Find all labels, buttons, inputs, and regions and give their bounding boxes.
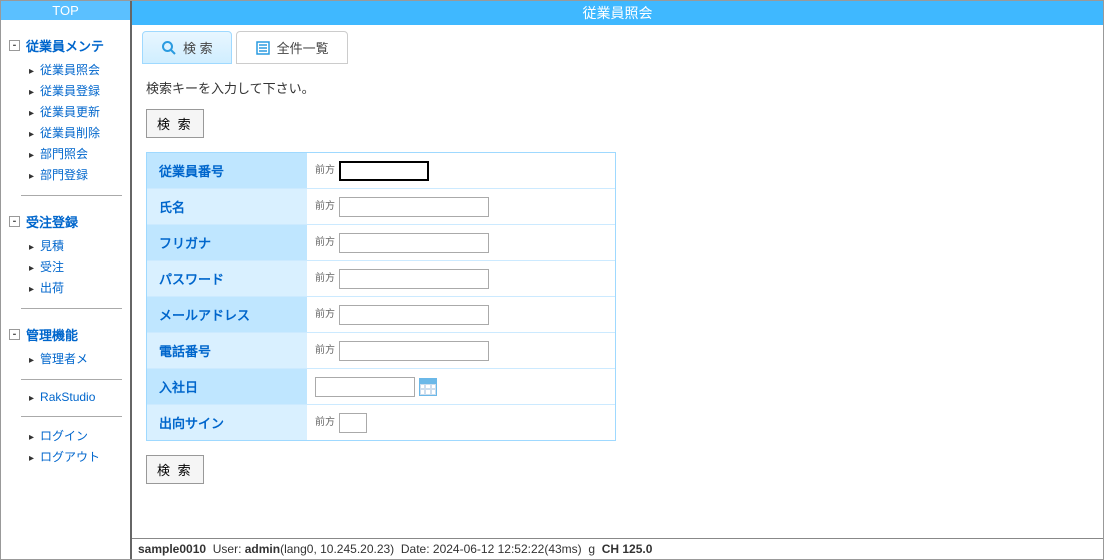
tab-label: 検 索	[183, 38, 213, 57]
search-icon	[161, 40, 177, 56]
search-form: 従業員番号 前方 氏名 前方 フリガナ 前方 パスワード 前方 メールアドレス	[146, 152, 616, 441]
sidebar-item[interactable]: 管理者メ	[29, 348, 130, 369]
field-label-password: パスワード	[147, 261, 307, 296]
field-label-email: メールアドレス	[147, 297, 307, 332]
field-label-empno: 従業員番号	[147, 153, 307, 188]
page-title: 従業員照会	[132, 1, 1103, 25]
status-date-label: Date:	[401, 542, 430, 556]
sidebar-group-toggle[interactable]: - 受注登録	[1, 208, 130, 235]
furigana-input[interactable]	[339, 233, 489, 253]
sidebar-item-logout[interactable]: ログアウト	[29, 446, 130, 467]
sidebar-top-link[interactable]: TOP	[1, 1, 130, 20]
email-input[interactable]	[339, 305, 489, 325]
name-input[interactable]	[339, 197, 489, 217]
group-items: 見積 受注 出荷	[1, 235, 130, 298]
sidebar-item-rakstudio[interactable]: RakStudio	[29, 388, 130, 406]
sidebar: TOP - 従業員メンテ 従業員照会 従業員登録 従業員更新 従業員削除 部門照…	[1, 1, 132, 559]
sidebar-group-orders: - 受注登録 見積 受注 出荷	[1, 208, 130, 298]
match-prefix: 前方	[315, 310, 335, 320]
match-prefix: 前方	[315, 202, 335, 212]
match-prefix: 前方	[315, 238, 335, 248]
status-ch: 125.0	[622, 542, 652, 556]
field-label-name: 氏名	[147, 189, 307, 224]
status-app: sample0010	[138, 542, 206, 556]
field-label-phone: 電話番号	[147, 333, 307, 368]
divider	[21, 379, 122, 380]
content: 検索キーを入力して下さい。 検 索 従業員番号 前方 氏名 前方 フリガナ 前方…	[132, 64, 1103, 559]
match-prefix: 前方	[315, 166, 335, 176]
sidebar-item[interactable]: 従業員更新	[29, 101, 130, 122]
divider	[21, 308, 122, 309]
sidebar-group-employees: - 従業員メンテ 従業員照会 従業員登録 従業員更新 従業員削除 部門照会 部門…	[1, 32, 130, 185]
sidebar-item[interactable]: 部門照会	[29, 143, 130, 164]
phone-input[interactable]	[339, 341, 489, 361]
sidebar-extra: RakStudio	[1, 388, 130, 406]
sidebar-item[interactable]: 出荷	[29, 277, 130, 298]
tab-row: 検 索 全件一覧	[132, 25, 1103, 64]
sidebar-item-login[interactable]: ログイン	[29, 425, 130, 446]
tab-search[interactable]: 検 索	[142, 31, 232, 64]
status-user: admin	[245, 542, 280, 556]
collapse-icon: -	[9, 216, 20, 227]
group-title: 受注登録	[26, 212, 78, 231]
sidebar-group-toggle[interactable]: - 管理機能	[1, 321, 130, 348]
tab-label: 全件一覧	[277, 38, 329, 57]
status-user-label: User:	[213, 542, 242, 556]
tab-list[interactable]: 全件一覧	[236, 31, 348, 64]
secondment-input[interactable]	[339, 413, 367, 433]
sidebar-auth: ログイン ログアウト	[1, 425, 130, 467]
sidebar-group-toggle[interactable]: - 従業員メンテ	[1, 32, 130, 59]
sidebar-item[interactable]: 受注	[29, 256, 130, 277]
search-instruction: 検索キーを入力して下さい。	[146, 78, 1089, 97]
group-title: 管理機能	[26, 325, 78, 344]
sidebar-item[interactable]: 従業員登録	[29, 80, 130, 101]
status-bar: sample0010 User: admin(lang0, 10.245.20.…	[132, 538, 1103, 559]
sidebar-item[interactable]: 部門登録	[29, 164, 130, 185]
status-date: 2024-06-12 12:52:22(43ms)	[433, 542, 582, 556]
status-user-detail: (lang0, 10.245.20.23)	[280, 542, 394, 556]
field-label-secondment: 出向サイン	[147, 405, 307, 440]
search-button-bottom[interactable]: 検 索	[146, 455, 204, 484]
field-label-furigana: フリガナ	[147, 225, 307, 260]
group-title: 従業員メンテ	[26, 36, 104, 55]
search-button-top[interactable]: 検 索	[146, 109, 204, 138]
sidebar-item[interactable]: 見積	[29, 235, 130, 256]
emp-no-input[interactable]	[339, 161, 429, 181]
field-label-joindate: 入社日	[147, 369, 307, 404]
match-prefix: 前方	[315, 418, 335, 428]
status-g: g	[588, 542, 595, 556]
join-date-input[interactable]	[315, 377, 415, 397]
group-items: 従業員照会 従業員登録 従業員更新 従業員削除 部門照会 部門登録	[1, 59, 130, 185]
list-icon	[255, 40, 271, 56]
main: 従業員照会 検 索 全件一覧 検索キーを入力して下さい。 検 索 従業員番号	[132, 1, 1103, 559]
password-input[interactable]	[339, 269, 489, 289]
group-items: 管理者メ	[1, 348, 130, 369]
calendar-icon[interactable]	[419, 378, 437, 396]
collapse-icon: -	[9, 40, 20, 51]
sidebar-item[interactable]: 従業員照会	[29, 59, 130, 80]
status-ch-label: CH	[602, 542, 619, 556]
divider	[21, 416, 122, 417]
sidebar-group-admin: - 管理機能 管理者メ	[1, 321, 130, 369]
collapse-icon: -	[9, 329, 20, 340]
match-prefix: 前方	[315, 274, 335, 284]
divider	[21, 195, 122, 196]
sidebar-item[interactable]: 従業員削除	[29, 122, 130, 143]
match-prefix: 前方	[315, 346, 335, 356]
